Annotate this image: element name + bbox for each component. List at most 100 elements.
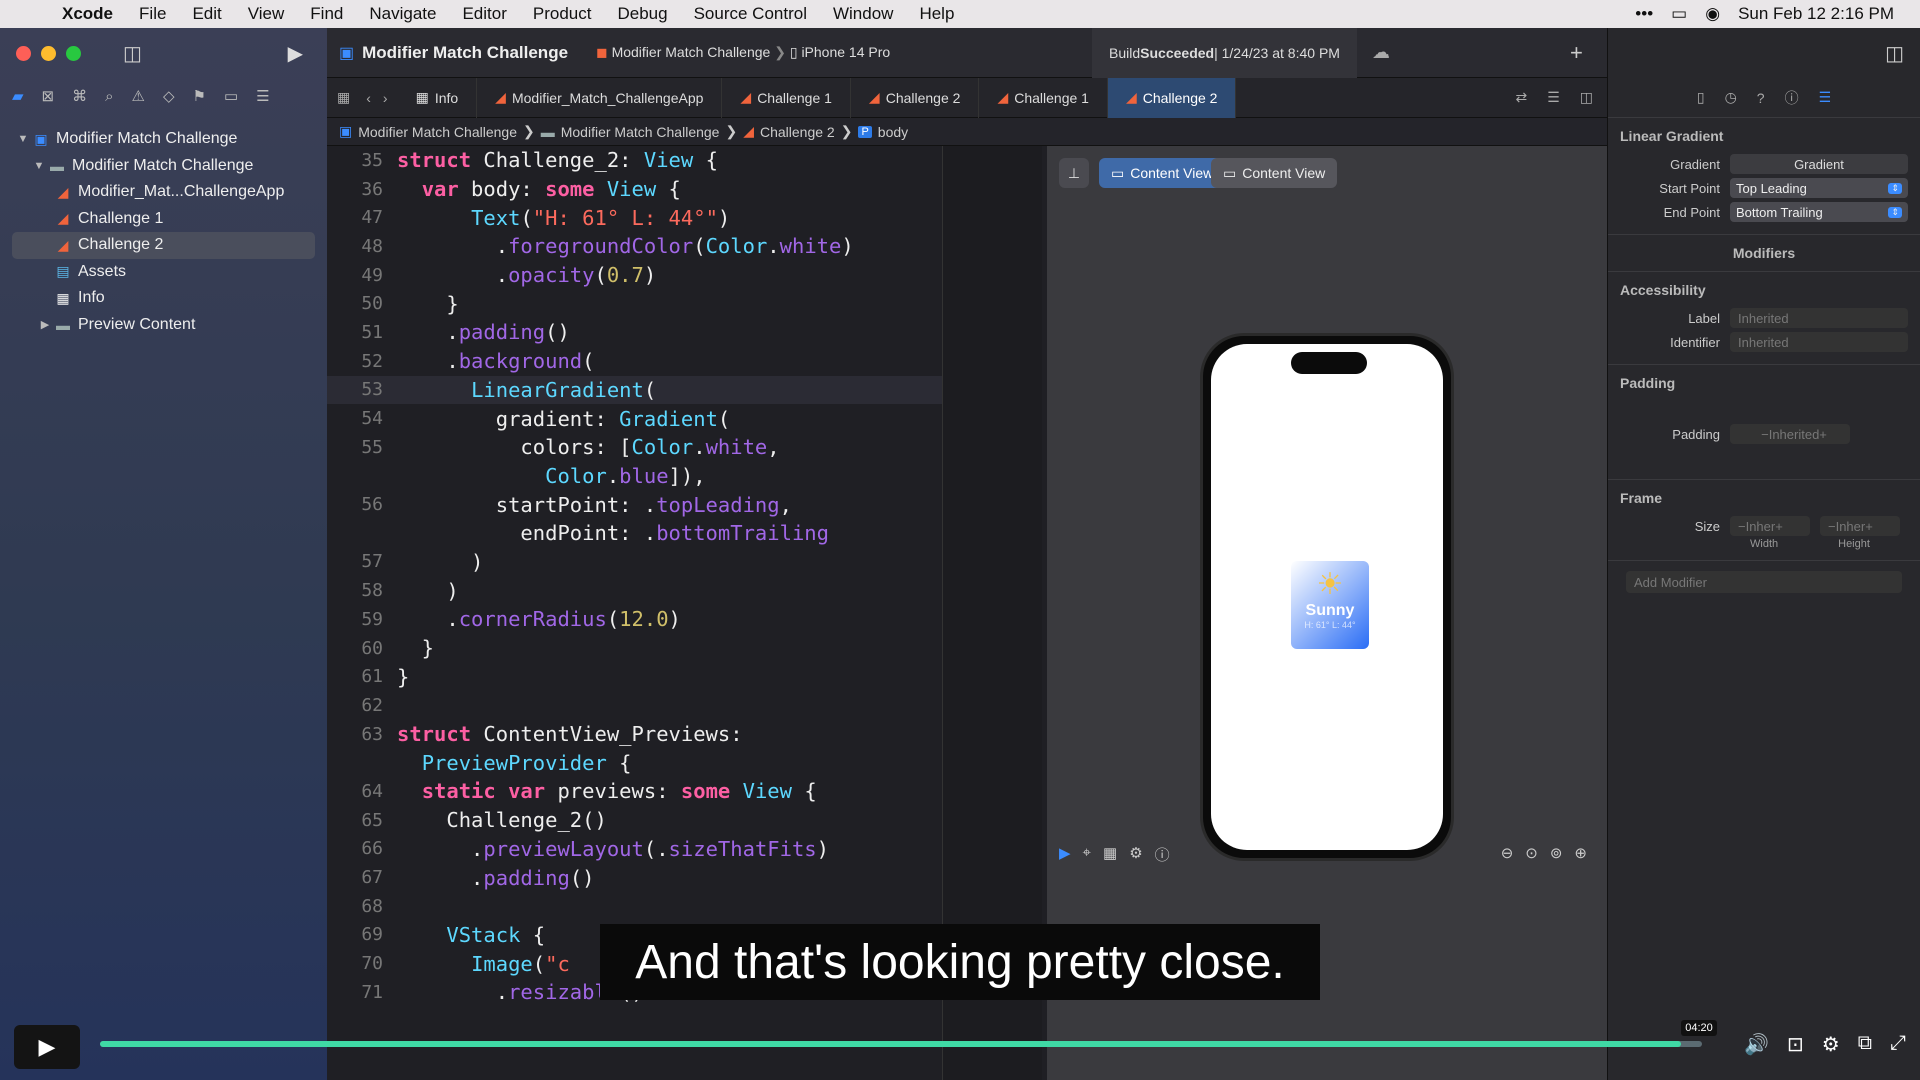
chevron-down-icon[interactable]: ▼	[32, 160, 46, 172]
back-icon[interactable]: ‹	[360, 90, 377, 106]
code-line[interactable]: Color.blue]),	[327, 462, 942, 491]
minimize-window-button[interactable]	[41, 45, 56, 61]
content-view-button-2[interactable]: ▭ Content View	[1211, 158, 1338, 188]
code-line[interactable]: 49 .opacity(0.7)	[327, 261, 942, 290]
start-point-popup[interactable]: Top Leading ⇕	[1730, 178, 1908, 198]
more-icon[interactable]: •••	[1635, 4, 1653, 24]
code-line[interactable]: 50 }	[327, 289, 942, 318]
height-field[interactable]: − Inher +	[1820, 516, 1900, 536]
video-progress-bar[interactable]	[100, 1041, 1702, 1047]
add-modifier-field[interactable]: Add Modifier	[1626, 571, 1902, 593]
selectable-icon[interactable]: ⌖	[1083, 844, 1091, 865]
tree-item-app[interactable]: ◢ Modifier_Mat...ChallengeApp	[12, 179, 315, 206]
identity-icon[interactable]: ⓘ	[1785, 88, 1799, 108]
code-line[interactable]: 67 .padding()	[327, 863, 942, 892]
code-line[interactable]: 54 gradient: Gradient(	[327, 404, 942, 433]
end-point-popup[interactable]: Bottom Trailing ⇕	[1730, 202, 1908, 222]
zoom-in-icon[interactable]: ⊕	[1574, 844, 1587, 862]
breadcrumb-item[interactable]: Modifier Match Challenge	[561, 124, 720, 140]
settings-icon[interactable]: ⚙	[1822, 1032, 1840, 1057]
file-icon[interactable]: ▯	[1697, 89, 1705, 106]
code-line[interactable]: 55 colors: [Color.white,	[327, 433, 942, 462]
menu-window[interactable]: Window	[833, 4, 893, 24]
code-line[interactable]: 60 }	[327, 634, 942, 663]
close-window-button[interactable]	[16, 45, 31, 61]
fullscreen-icon[interactable]: ⤢	[1890, 1032, 1906, 1057]
test-icon[interactable]: ◇	[163, 87, 175, 105]
grid-icon[interactable]: ▦	[327, 89, 360, 106]
code-line[interactable]: 61}	[327, 662, 942, 691]
cloud-icon[interactable]: ☁	[1372, 42, 1390, 63]
search-icon[interactable]: ⌕	[105, 88, 113, 105]
menu-debug[interactable]: Debug	[617, 4, 667, 24]
menu-edit[interactable]: Edit	[192, 4, 221, 24]
tab-challenge-2-active[interactable]: ◢ Challenge 2	[1107, 77, 1237, 118]
refresh-icon[interactable]: ⇄	[1505, 89, 1537, 106]
width-field[interactable]: − Inher +	[1730, 516, 1810, 536]
tree-item-challenge-2[interactable]: ◢ Challenge 2	[12, 232, 315, 259]
live-preview-icon[interactable]: ▶	[1059, 844, 1071, 865]
menu-help[interactable]: Help	[919, 4, 954, 24]
help-icon[interactable]: ?	[1757, 90, 1765, 106]
symbol-icon[interactable]: ⌘	[72, 87, 87, 105]
menu-view[interactable]: View	[248, 4, 285, 24]
run-button[interactable]: ▶	[288, 41, 303, 66]
volume-icon[interactable]: 🔊	[1744, 1032, 1769, 1057]
tab-challenge-2[interactable]: ◢ Challenge 2	[851, 77, 980, 118]
info-icon[interactable]: ⓘ	[1155, 844, 1170, 865]
code-line[interactable]: 48 .foregroundColor(Color.white)	[327, 232, 942, 261]
tree-item-assets[interactable]: ▤ Assets	[12, 259, 315, 286]
pin-icon[interactable]: ⊥	[1059, 158, 1089, 188]
siri-icon[interactable]: ◉	[1705, 4, 1720, 24]
code-line[interactable]: 63 struct ContentView_Previews:	[327, 720, 942, 749]
code-line[interactable]: 65 Challenge_2()	[327, 806, 942, 835]
code-line[interactable]: 62	[327, 691, 942, 720]
device-settings-icon[interactable]: ⚙	[1129, 844, 1142, 865]
chevron-right-icon[interactable]: ▶	[38, 318, 52, 331]
forward-icon[interactable]: ›	[377, 90, 398, 106]
chevron-down-icon[interactable]: ▼	[16, 133, 30, 145]
code-line[interactable]: 51 .padding()	[327, 318, 942, 347]
inspector-toggle-icon[interactable]: ◫	[1608, 28, 1920, 78]
code-line[interactable]: 53 LinearGradient(	[327, 375, 942, 405]
captions-icon[interactable]: ⊡	[1787, 1032, 1804, 1057]
code-line[interactable]: 66 .previewLayout(.sizeThatFits)	[327, 835, 942, 864]
content-view-button[interactable]: ▭ Content View	[1099, 158, 1226, 188]
code-line[interactable]: 36 var body: some View {	[327, 175, 942, 204]
menu-app[interactable]: Xcode	[62, 4, 113, 24]
report-icon[interactable]: ☰	[256, 87, 269, 105]
play-button[interactable]: ▶	[14, 1025, 80, 1069]
control-center-icon[interactable]: ▭	[1671, 4, 1687, 24]
editor-options-icon[interactable]: ☰	[1537, 89, 1570, 106]
breadcrumb-item[interactable]: body	[878, 124, 908, 140]
code-line[interactable]: PreviewProvider {	[327, 748, 942, 777]
code-line[interactable]: 58 )	[327, 576, 942, 605]
code-line[interactable]: 57 )	[327, 548, 942, 577]
source-control-icon[interactable]: ⊠	[42, 87, 55, 105]
code-line[interactable]: 68	[327, 892, 942, 921]
warning-icon[interactable]: ⚠	[132, 87, 145, 105]
code-line[interactable]: 59 .cornerRadius(12.0)	[327, 605, 942, 634]
tab-info[interactable]: ▦ Info	[398, 77, 478, 118]
code-line[interactable]: 56 startPoint: .topLeading,	[327, 490, 942, 519]
weather-card[interactable]: ☀ Sunny H: 61° L: 44°	[1291, 561, 1369, 649]
breakpoint-icon[interactable]: ▭	[224, 87, 238, 105]
code-line[interactable]: 35 struct Challenge_2: View {	[327, 146, 942, 175]
debug-icon[interactable]: ⚑	[193, 87, 206, 105]
menu-file[interactable]: File	[139, 4, 166, 24]
variants-icon[interactable]: ▦	[1103, 844, 1117, 865]
breadcrumb-item[interactable]: Challenge 2	[760, 124, 835, 140]
attributes-icon[interactable]: ☰	[1819, 89, 1832, 106]
label-field[interactable]: Inherited	[1730, 308, 1908, 328]
menu-product[interactable]: Product	[533, 4, 592, 24]
folder-icon[interactable]: ▰	[12, 87, 24, 105]
add-icon[interactable]: +	[1570, 40, 1583, 66]
menu-clock[interactable]: Sun Feb 12 2:16 PM	[1738, 4, 1894, 24]
tree-item-info[interactable]: ▦ Info	[12, 285, 315, 312]
pip-icon[interactable]: ⧉	[1858, 1032, 1872, 1057]
tree-item-project[interactable]: ▼ ▣ Modifier Match Challenge	[12, 126, 315, 153]
gradient-field[interactable]: Gradient	[1730, 154, 1908, 174]
code-line[interactable]: 47 Text("H: 61° L: 44°")	[327, 203, 942, 232]
menu-find[interactable]: Find	[310, 4, 343, 24]
history-icon[interactable]: ◷	[1725, 89, 1737, 106]
